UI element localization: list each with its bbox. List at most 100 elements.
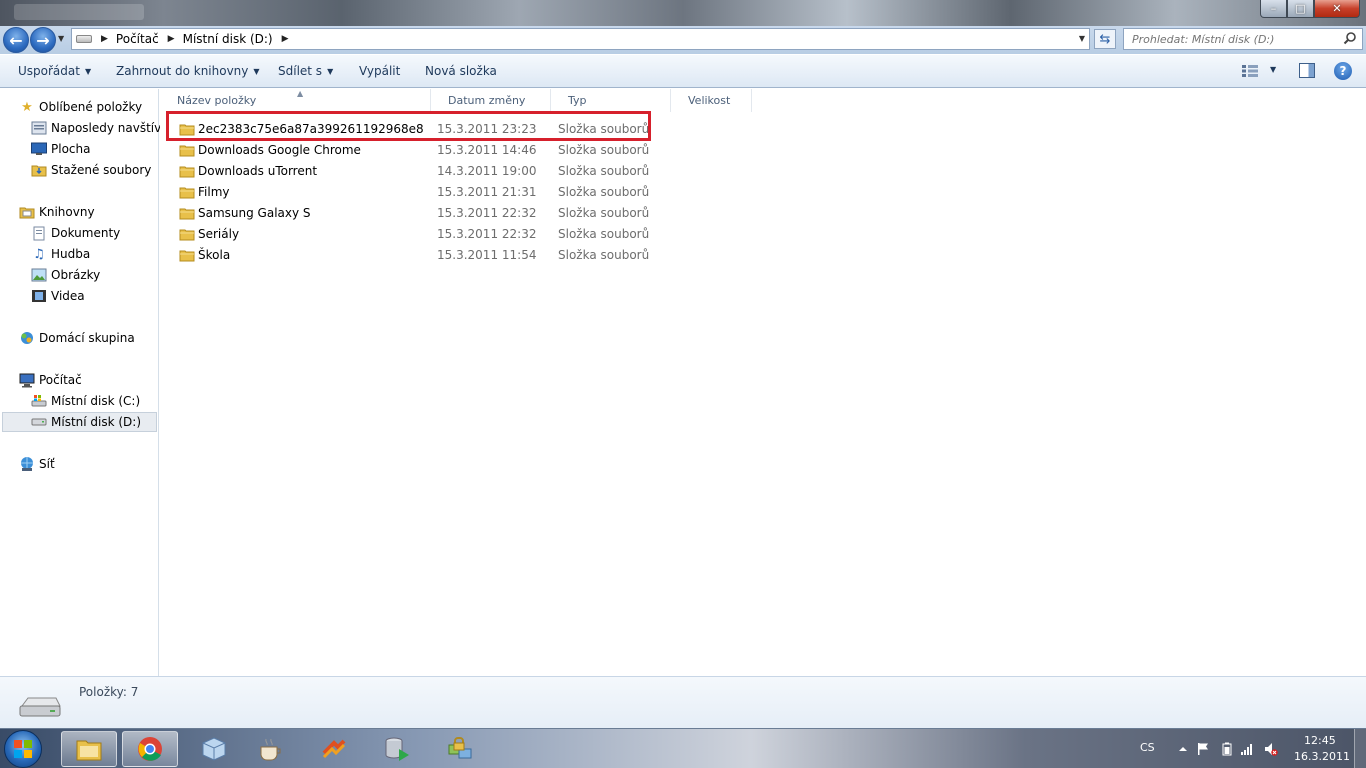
refresh-icon: ⇆: [1099, 31, 1111, 47]
taskbar-app-bolt[interactable]: [306, 731, 362, 767]
file-date: 15.3.2011 21:31: [437, 185, 537, 199]
action-center-flag-icon[interactable]: [1196, 742, 1210, 756]
new-folder-button[interactable]: Nová složka: [425, 64, 497, 78]
show-desktop-button[interactable]: [1354, 729, 1366, 768]
chrome-icon: [138, 737, 162, 761]
taskbar-app-network-lock[interactable]: [432, 731, 488, 767]
table-row[interactable]: Downloads Google Chrome 15.3.2011 14:46 …: [172, 140, 752, 161]
file-list: Název položky Datum změny Typ Velikost ▲…: [160, 89, 1366, 676]
burn-button[interactable]: Vypálit: [359, 64, 400, 78]
column-header-type[interactable]: Typ: [551, 89, 671, 112]
nav-favorites[interactable]: ★ Oblíbené položky: [19, 97, 142, 117]
start-button[interactable]: [4, 730, 42, 768]
taskbar-app-database[interactable]: [369, 731, 425, 767]
battery-icon[interactable]: [1220, 742, 1234, 756]
change-view-icon[interactable]: [1242, 65, 1258, 77]
file-type: Složka souborů: [558, 122, 650, 136]
nav-homegroup[interactable]: Domácí skupina: [19, 328, 135, 348]
file-name: Filmy: [198, 185, 230, 199]
nav-drive-c[interactable]: Místní disk (C:): [31, 391, 140, 411]
recent-places-icon: [31, 120, 47, 136]
taskbar-explorer[interactable]: [61, 731, 117, 767]
back-button[interactable]: ←: [3, 27, 29, 53]
search-icon[interactable]: [1343, 31, 1357, 45]
breadcrumb-separator[interactable]: ▶: [168, 34, 175, 44]
maximize-button[interactable]: □: [1287, 0, 1314, 18]
breadcrumb-drive-d[interactable]: Místní disk (D:): [183, 32, 273, 46]
table-row[interactable]: Filmy 15.3.2011 21:31 Složka souborů: [172, 182, 752, 203]
nav-videos[interactable]: Videa: [31, 286, 85, 306]
file-type: Složka souborů: [558, 248, 650, 262]
nav-computer[interactable]: Počítač: [19, 370, 82, 390]
breadcrumb-separator[interactable]: ▶: [101, 34, 108, 44]
folder-icon: [179, 187, 195, 199]
minimize-button[interactable]: –: [1260, 0, 1287, 18]
file-date: 15.3.2011 22:32: [437, 227, 537, 241]
table-row[interactable]: Škola 15.3.2011 11:54 Složka souborů: [172, 245, 752, 266]
wifi-signal-icon[interactable]: [1240, 742, 1254, 756]
nav-music[interactable]: ♫ Hudba: [31, 244, 90, 264]
address-history-dropdown[interactable]: ▼: [1079, 34, 1085, 43]
forward-button[interactable]: →: [30, 27, 56, 53]
file-type: Složka souborů: [558, 164, 650, 178]
organize-menu[interactable]: Uspořádat ▼: [18, 64, 91, 78]
column-header-date[interactable]: Datum změny: [431, 89, 551, 112]
details-pane: Položky: 7: [0, 676, 1366, 728]
app-logo-icon: [322, 739, 346, 759]
file-type: Složka souborů: [558, 185, 650, 199]
breadcrumb-separator[interactable]: ▶: [282, 34, 289, 44]
nav-computer-label: Počítač: [39, 373, 82, 387]
recent-pages-dropdown[interactable]: ▼: [58, 34, 64, 43]
volume-muted-icon[interactable]: [1264, 742, 1278, 756]
drive-icon: [31, 414, 47, 430]
command-bar: Uspořádat ▼ Zahrnout do knihovny ▼ Sdílet …: [0, 55, 1366, 88]
film-icon: [31, 288, 47, 304]
table-row[interactable]: Samsung Galaxy S 15.3.2011 22:32 Složka …: [172, 203, 752, 224]
address-bar[interactable]: ▶ Počítač ▶ Místní disk (D:) ▶ ▼: [71, 28, 1090, 50]
window-title-blurred: [14, 4, 144, 20]
nav-drive-d[interactable]: Místní disk (D:): [2, 412, 157, 432]
window-titlebar[interactable]: – □ ✕: [0, 0, 1366, 26]
taskbar-app-cup[interactable]: [242, 731, 298, 767]
folder-icon: [179, 208, 195, 220]
nav-network-label: Síť: [39, 457, 55, 471]
network-lock-icon: [448, 737, 472, 759]
nav-drive-c-label: Místní disk (C:): [51, 394, 141, 408]
search-box[interactable]: [1123, 28, 1363, 50]
include-in-library-menu[interactable]: Zahrnout do knihovny ▼: [116, 64, 260, 78]
taskbar-app-cube[interactable]: [186, 731, 242, 767]
help-icon[interactable]: ?: [1334, 62, 1352, 80]
show-hidden-icons-icon[interactable]: [1176, 742, 1190, 756]
nav-network[interactable]: Síť: [19, 454, 55, 474]
share-with-menu[interactable]: Sdílet s ▼: [278, 64, 333, 78]
chevron-down-icon: ▼: [84, 67, 92, 76]
nav-desktop[interactable]: Plocha: [31, 139, 90, 159]
preview-pane-icon[interactable]: [1299, 63, 1315, 78]
search-input[interactable]: [1124, 29, 1334, 49]
clock-time[interactable]: 12:45: [1304, 734, 1336, 747]
clock-date[interactable]: 16.3.2011: [1294, 750, 1350, 763]
breadcrumb-computer[interactable]: Počítač: [116, 32, 159, 46]
table-row[interactable]: 2ec2383c75e6a87a399261192968e8 15.3.2011…: [172, 119, 752, 140]
column-header-name[interactable]: Název položky: [160, 89, 431, 112]
coffee-cup-icon: [260, 738, 281, 761]
folder-icon: [179, 124, 195, 136]
column-header-size[interactable]: Velikost: [671, 89, 752, 112]
nav-documents[interactable]: Dokumenty: [31, 223, 120, 243]
file-name: 2ec2383c75e6a87a399261192968e8: [198, 122, 424, 136]
view-options-dropdown[interactable]: ▼: [1270, 65, 1276, 74]
file-date: 15.3.2011 14:46: [437, 143, 537, 157]
refresh-button[interactable]: ⇆: [1094, 29, 1116, 49]
taskbar-chrome[interactable]: [122, 731, 178, 767]
table-row[interactable]: Seriály 15.3.2011 22:32 Složka souborů: [172, 224, 752, 245]
arrow-left-icon: ←: [9, 30, 23, 50]
nav-libraries[interactable]: Knihovny: [19, 202, 95, 222]
table-row[interactable]: Downloads uTorrent 14.3.2011 19:00 Složk…: [172, 161, 752, 182]
nav-music-label: Hudba: [51, 247, 91, 261]
database-run-icon: [385, 737, 409, 761]
nav-downloads[interactable]: Stažené soubory: [31, 160, 151, 180]
language-indicator[interactable]: CS: [1140, 741, 1155, 754]
nav-pictures[interactable]: Obrázky: [31, 265, 100, 285]
close-button[interactable]: ✕: [1314, 0, 1360, 18]
file-date: 15.3.2011 22:32: [437, 206, 537, 220]
